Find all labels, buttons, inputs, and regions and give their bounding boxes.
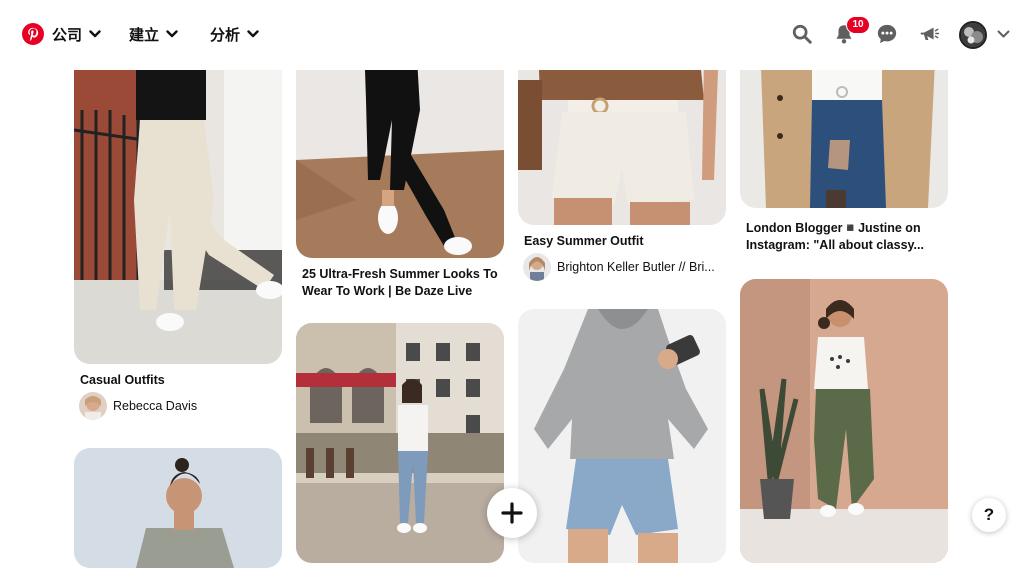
notification-count-badge: 10 — [846, 16, 870, 34]
pin-image-paris-street[interactable] — [296, 323, 504, 563]
author-name: Rebecca Davis — [113, 399, 198, 413]
author-avatar — [523, 253, 551, 281]
ads-megaphone-icon[interactable] — [918, 23, 940, 45]
pinterest-logo-icon[interactable] — [22, 23, 44, 45]
pin-title[interactable]: 25 Ultra-Fresh Summer Looks To Wear To W… — [302, 266, 502, 300]
nav-business-label: 公司 — [52, 25, 83, 44]
pin-image-gray-hoodie[interactable] — [518, 309, 726, 563]
chevron-down-icon — [166, 30, 178, 38]
profile-avatar[interactable] — [959, 21, 987, 49]
author-name: Brighton Keller Butler // Bri... — [557, 260, 715, 274]
plus-icon — [501, 502, 523, 524]
nav-analytics-menu[interactable]: 分析 — [210, 22, 259, 46]
nav-analytics-label: 分析 — [210, 25, 241, 44]
pin-image-summer-looks[interactable] — [296, 40, 504, 258]
account-chevron-down-icon[interactable] — [997, 29, 1010, 39]
top-nav-bar: 公司 建立 分析 10 — [0, 0, 1024, 70]
create-pin-button[interactable] — [487, 488, 537, 538]
pin-image-casual-outfits[interactable] — [74, 40, 282, 364]
pin-image-green-pants[interactable] — [740, 279, 948, 563]
pin-title[interactable]: Casual Outfits — [80, 372, 280, 389]
nav-create-menu[interactable]: 建立 — [129, 22, 178, 46]
help-button[interactable]: ? — [972, 498, 1006, 532]
chevron-down-icon — [89, 30, 101, 38]
pin-image[interactable] — [74, 448, 282, 568]
pin-title[interactable]: London Blogger◾️Justine on Instagram: "A… — [746, 220, 946, 254]
nav-business-menu[interactable]: 公司 — [52, 22, 101, 46]
pin-author[interactable]: Rebecca Davis — [79, 392, 197, 420]
search-icon[interactable] — [791, 23, 813, 45]
pin-title[interactable]: Easy Summer Outfit — [524, 233, 724, 250]
author-avatar — [79, 392, 107, 420]
nav-create-label: 建立 — [129, 25, 160, 44]
messages-icon[interactable] — [876, 23, 898, 45]
pin-author[interactable]: Brighton Keller Butler // Bri... — [523, 253, 715, 281]
chevron-down-icon — [247, 30, 259, 38]
